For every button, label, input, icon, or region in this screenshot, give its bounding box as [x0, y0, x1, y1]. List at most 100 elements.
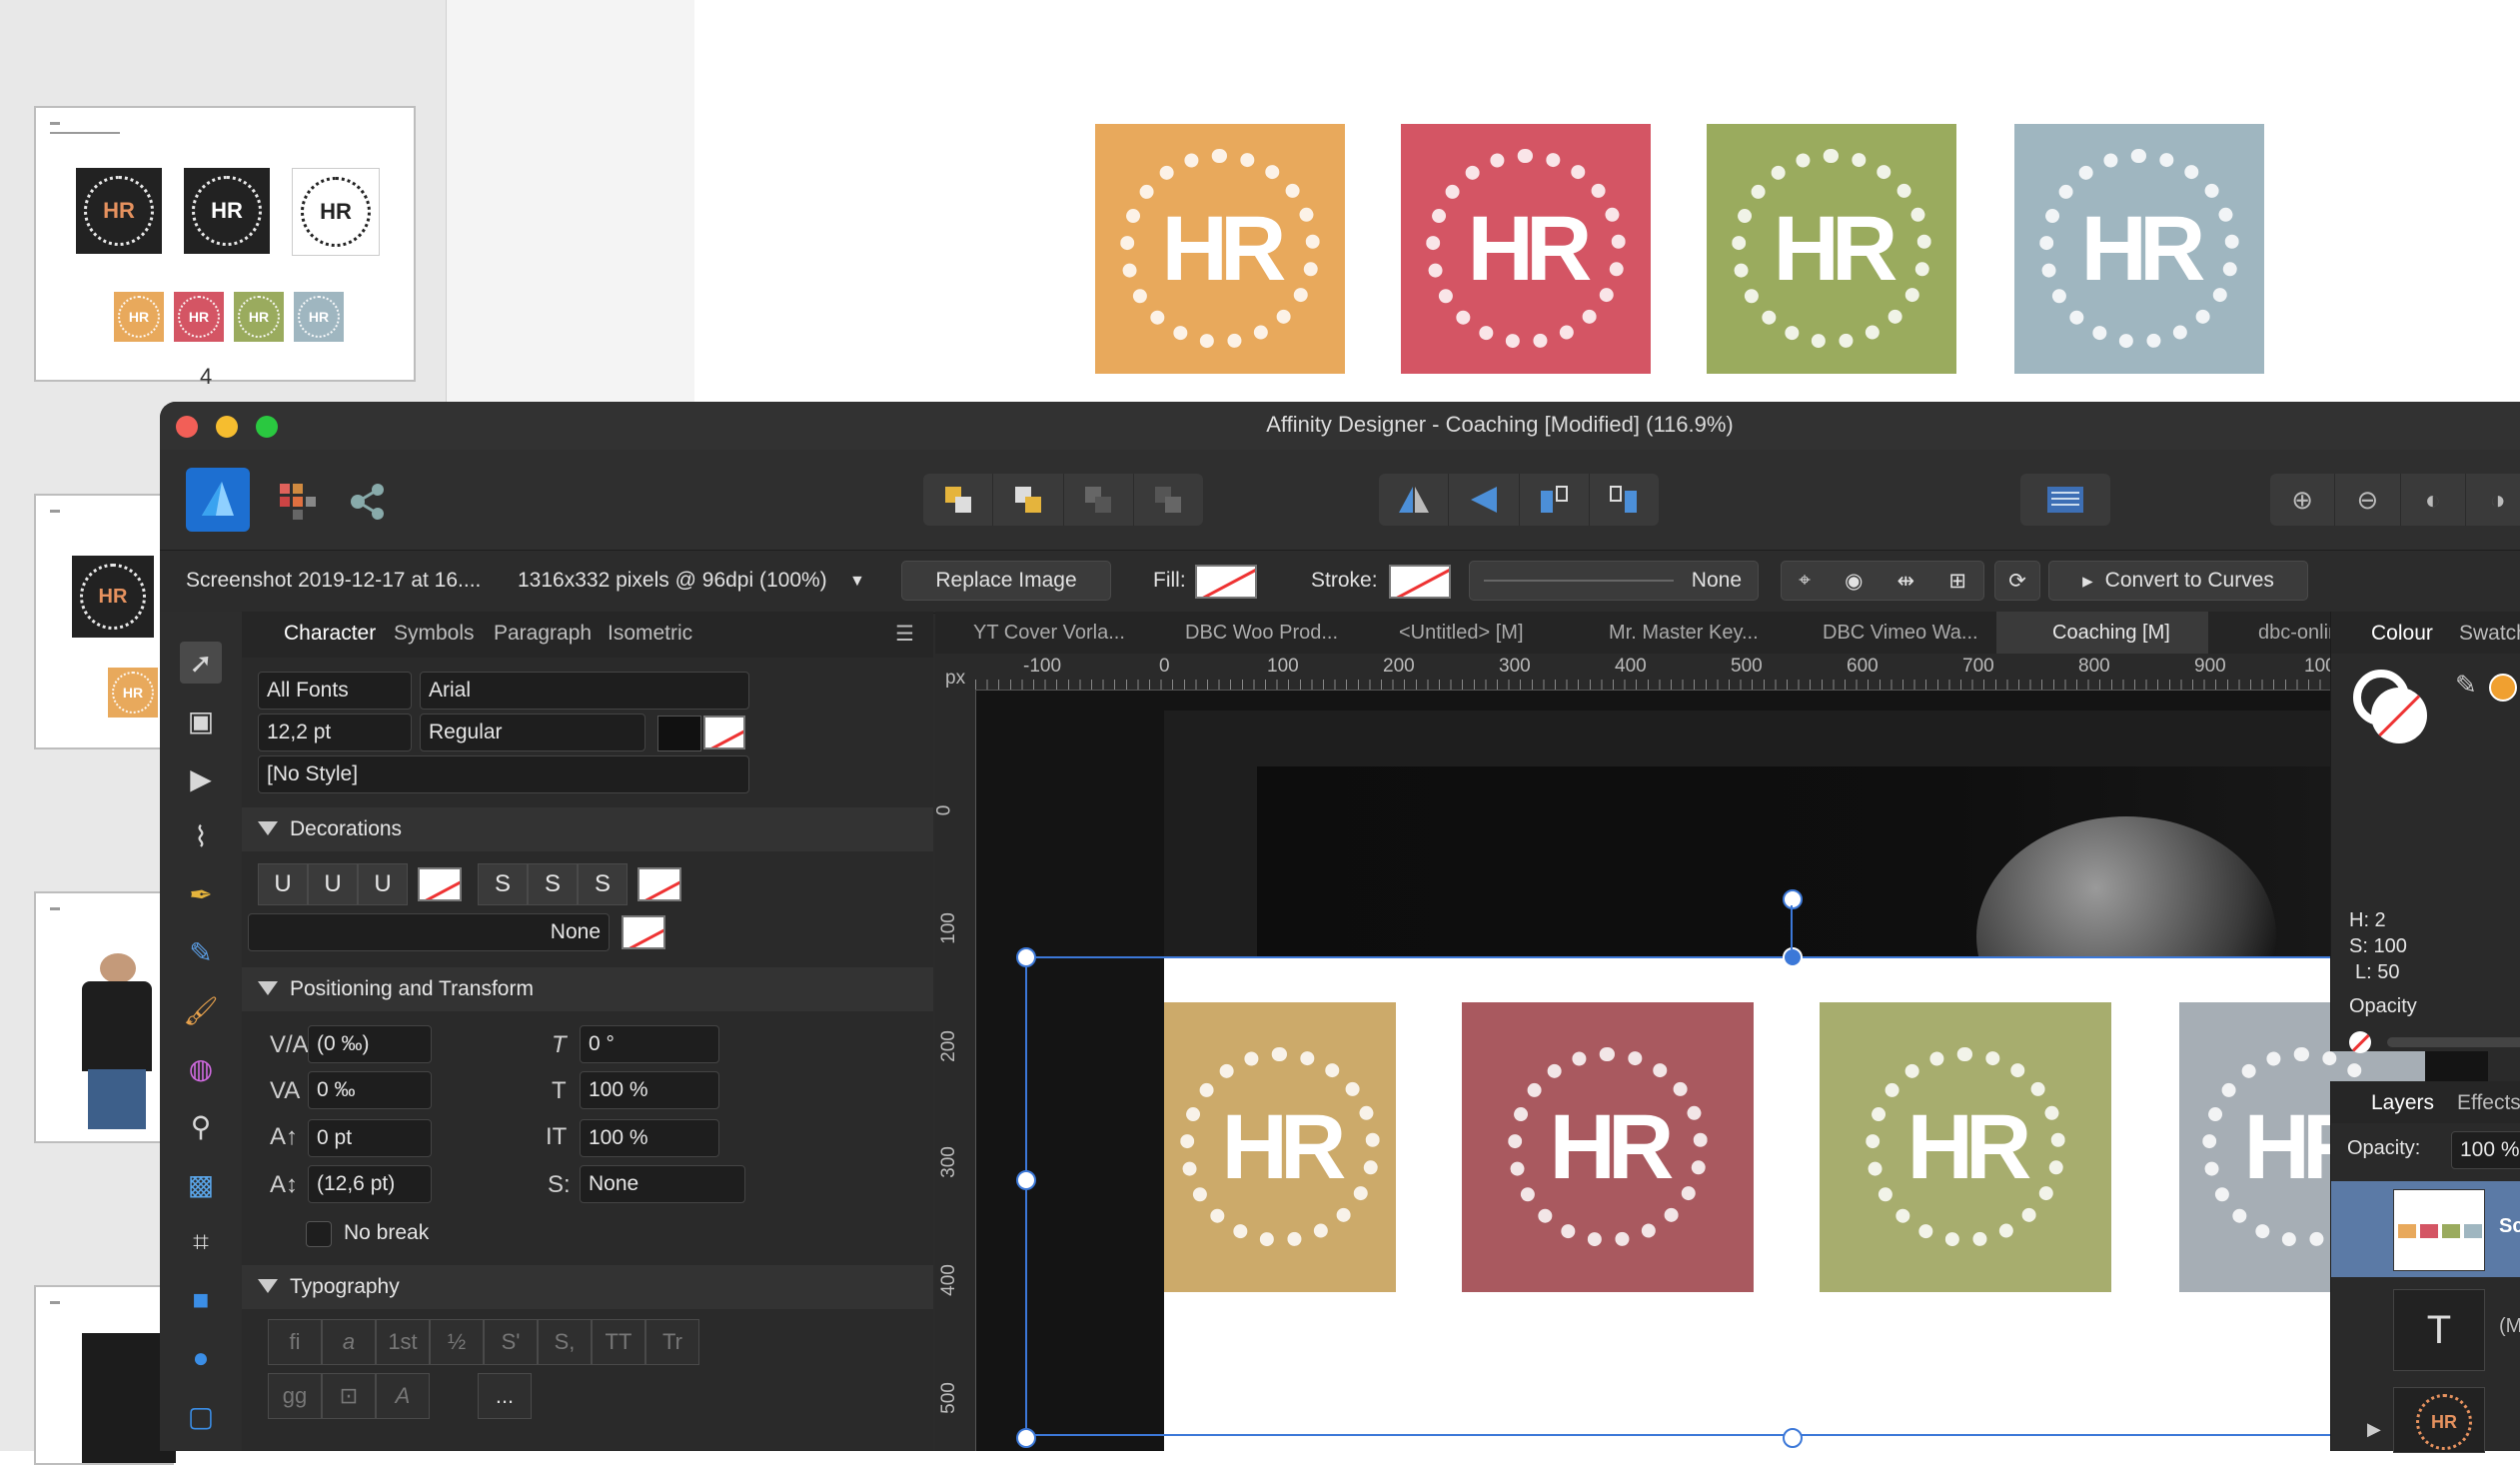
corner-tool-icon[interactable]: ⌇ [180, 815, 222, 857]
decorations-section[interactable]: Decorations [242, 807, 933, 851]
selection-handle-bottom[interactable] [1783, 1428, 1803, 1448]
crop-tool-icon[interactable]: ⌗ [180, 1221, 222, 1263]
double-strikethrough-button[interactable]: S [528, 863, 578, 905]
swash-button[interactable]: ⊡ [322, 1373, 376, 1419]
panel-menu-icon[interactable]: ☰ [895, 622, 914, 647]
eyedropper-icon[interactable]: ✎ [2455, 670, 2477, 701]
font-family-select[interactable]: Arial [420, 672, 749, 710]
align-icon[interactable] [2020, 474, 2110, 526]
tab-isometric[interactable]: Isometric [608, 622, 692, 646]
tab-doc-2[interactable]: DBC Woo Prod... [1185, 622, 1338, 645]
rounded-rect-tool-icon[interactable]: ▢ [180, 1395, 222, 1437]
layer-row-text[interactable]: T (M [2331, 1281, 2520, 1377]
current-colour-swatch[interactable] [2489, 674, 2517, 702]
strikethrough-style-button[interactable]: S [578, 863, 628, 905]
typography-section[interactable]: Typography [242, 1265, 933, 1309]
view-icon[interactable]: ◉ [1845, 569, 1863, 594]
tab-doc-4[interactable]: Mr. Master Key... [1609, 622, 1759, 645]
page-thumbnail-6[interactable] [34, 891, 174, 1143]
move-tool-icon[interactable]: ➚ [180, 642, 222, 684]
selection-handle-bl[interactable] [1016, 1428, 1036, 1448]
move-back-icon[interactable] [923, 474, 994, 526]
transparency-tool-icon[interactable]: ⚲ [180, 1105, 222, 1147]
node-tool-icon[interactable]: ▶ [180, 757, 222, 799]
pen-tool-icon[interactable]: ✒ [180, 873, 222, 915]
positioning-section[interactable]: Positioning and Transform [242, 967, 933, 1011]
layer-expand-icon[interactable]: ▶ [2367, 1419, 2381, 1440]
fill-swatch[interactable] [1195, 565, 1257, 599]
underline-button[interactable]: U [258, 863, 308, 905]
vertical-scale-field[interactable]: 100 % [580, 1071, 719, 1109]
tab-character[interactable]: Character [284, 622, 376, 646]
transform-icon[interactable]: ⊞ [1948, 569, 1966, 594]
underline-style-button[interactable]: U [358, 863, 408, 905]
reset-icon[interactable]: ⟳ [1994, 561, 2040, 601]
fill-tool-icon[interactable]: ◍ [180, 1047, 222, 1089]
double-underline-button[interactable]: U [308, 863, 358, 905]
opacity-none-swatch[interactable] [2349, 1031, 2371, 1053]
page-thumbnail-5[interactable]: HR HR [34, 494, 174, 749]
strikethrough-color-swatch[interactable] [637, 867, 681, 901]
layer-opacity-field[interactable]: 100 % [2451, 1131, 2520, 1169]
rotation-handle[interactable] [1783, 889, 1803, 909]
layer-row-selected[interactable]: Sc [2331, 1181, 2520, 1277]
subtract-shape-icon[interactable]: ⊖ [2335, 474, 2401, 526]
flip-horizontal-icon[interactable] [1379, 474, 1450, 526]
export-persona-icon[interactable] [348, 482, 388, 522]
superscript-button[interactable]: S' [484, 1319, 538, 1365]
selection-handle-top[interactable] [1783, 947, 1803, 967]
page-thumbnail-4[interactable]: HR HR HR HR HR HR HR [34, 106, 416, 382]
glyph-button[interactable]: gg [268, 1373, 322, 1419]
subscript-button[interactable]: S, [538, 1319, 592, 1365]
canvas[interactable]: HR HR HR HR [976, 691, 2490, 1451]
tab-colour[interactable]: Colour [2371, 622, 2433, 646]
tab-doc-1[interactable]: YT Cover Vorla... [973, 622, 1125, 645]
brush-tool-icon[interactable]: 🖌 [180, 989, 222, 1031]
ordinals-button[interactable]: 1st [376, 1319, 430, 1365]
shear-field[interactable]: 0 ° [580, 1025, 719, 1063]
intersect-shape-icon[interactable]: ◐ [2401, 474, 2466, 526]
tab-doc-5[interactable]: DBC Vimeo Wa... [1823, 622, 1978, 645]
move-to-front-icon[interactable] [1134, 474, 1203, 526]
move-to-back-icon[interactable] [1064, 474, 1134, 526]
fill-stroke-selector-icon[interactable] [2353, 670, 2427, 743]
flip-vertical-icon[interactable] [1449, 474, 1520, 526]
font-collection-select[interactable]: All Fonts [258, 672, 412, 710]
stroke-width-control[interactable]: None [1469, 561, 1759, 601]
tracking-field[interactable]: (0 ‰) [308, 1025, 432, 1063]
dimensions-dropdown-icon[interactable]: ▼ [849, 573, 865, 591]
selection-handle-tl[interactable] [1016, 947, 1036, 967]
tab-paragraph[interactable]: Paragraph [494, 622, 592, 646]
crosshair-icon[interactable]: ⌖ [1799, 569, 1811, 593]
decoration-line-control[interactable]: None [248, 913, 610, 951]
strikethrough-button[interactable]: S [478, 863, 528, 905]
rotate-right-icon[interactable] [1590, 474, 1659, 526]
tab-symbols[interactable]: Symbols [394, 622, 475, 646]
tab-layers[interactable]: Layers [2371, 1091, 2434, 1115]
place-image-tool-icon[interactable]: ▩ [180, 1163, 222, 1205]
stylistic-button[interactable]: A [376, 1373, 430, 1419]
text-color-swatch[interactable] [657, 716, 701, 751]
kerning-field[interactable]: 0 ‰ [308, 1071, 432, 1109]
pencil-tool-icon[interactable]: ✎ [180, 931, 222, 973]
small-caps-button[interactable]: Tr [645, 1319, 699, 1365]
no-break-checkbox[interactable] [306, 1221, 332, 1247]
horizontal-scale-field[interactable]: 100 % [580, 1119, 719, 1157]
rectangle-tool-icon[interactable]: ■ [180, 1279, 222, 1321]
tab-doc-3[interactable]: <Untitled> [M] [1399, 622, 1524, 645]
selection-handle-left[interactable] [1016, 1170, 1036, 1190]
text-style-select[interactable]: [No Style] [258, 755, 749, 793]
more-typography-button[interactable]: ... [478, 1373, 532, 1419]
layer-row-logo[interactable]: HR [2393, 1387, 2485, 1453]
rotate-left-icon[interactable] [1520, 474, 1590, 526]
fit-icon[interactable]: ⇹ [1897, 569, 1915, 594]
page-thumbnail-7[interactable] [34, 1285, 176, 1465]
leading-field[interactable]: (12,6 pt) [308, 1165, 432, 1203]
tab-swatches[interactable]: Swatch [2459, 622, 2520, 646]
text-background-swatch[interactable] [703, 716, 745, 749]
underline-color-swatch[interactable] [418, 867, 462, 901]
pixel-persona-icon[interactable] [278, 482, 318, 522]
all-caps-button[interactable]: TT [592, 1319, 645, 1365]
ligatures-button[interactable]: fi [268, 1319, 322, 1365]
fractions-button[interactable]: ½ [430, 1319, 484, 1365]
